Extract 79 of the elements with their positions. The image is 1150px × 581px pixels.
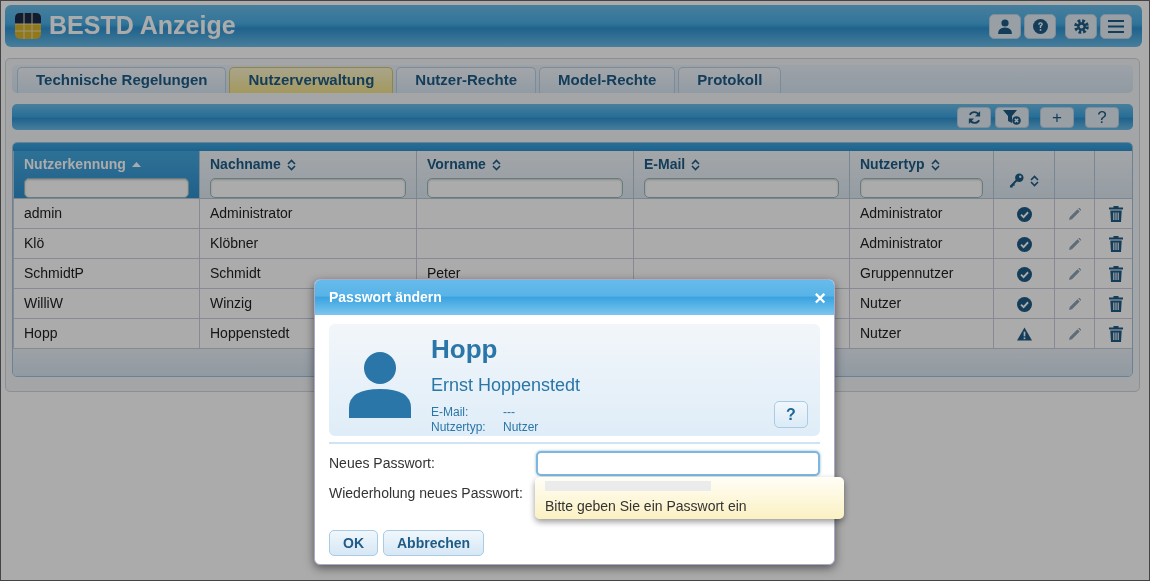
settings-button[interactable] [1065, 13, 1097, 39]
settings-icon [1073, 18, 1089, 34]
sort-icon[interactable] [691, 158, 701, 171]
table-cell: Nutzer [860, 325, 902, 341]
user-icon [998, 18, 1012, 34]
table-cell: Administrator [860, 205, 943, 221]
table-cell: SchmidtP [24, 265, 84, 281]
refresh-button[interactable] [957, 106, 991, 128]
table-cell: Gruppennutzer [860, 265, 954, 281]
table-cell: Administrator [860, 235, 943, 251]
field-label: Neues Passwort: [329, 453, 436, 473]
edit-icon[interactable] [1068, 238, 1081, 251]
tab[interactable]: Technische Regelungen [17, 67, 227, 93]
avatar-icon [349, 352, 411, 418]
detail-value: Nutzer [503, 420, 540, 435]
filter-field[interactable] [24, 178, 189, 198]
key-icon [1009, 173, 1024, 188]
table-cell: Hoppenstedt [210, 325, 290, 341]
table-cell: Nutzer [860, 295, 902, 311]
detail-label: Nutzertyp: [431, 420, 487, 435]
column-header[interactable]: Nutzertyp [860, 154, 925, 175]
close-button[interactable]: × [814, 287, 826, 308]
app-logo [15, 13, 41, 39]
column-header[interactable]: Nachname [210, 154, 281, 175]
table-cell: admin [24, 205, 63, 221]
tab[interactable]: Nutzer-Rechte [396, 67, 536, 93]
sort-icon[interactable] [491, 158, 501, 171]
table-cell: Klöbner [210, 235, 259, 251]
table-cell: Administrator [210, 205, 293, 221]
sort-icon[interactable] [1030, 174, 1039, 187]
edit-icon[interactable] [1068, 268, 1081, 281]
help-button[interactable]: ? [1085, 106, 1119, 128]
help-icon [1032, 18, 1048, 34]
filter-field[interactable] [210, 178, 406, 198]
table-cell: WilliW [24, 295, 63, 311]
table-cell: Hopp [24, 325, 58, 341]
delete-icon[interactable] [1108, 296, 1123, 313]
sort-icon[interactable] [286, 158, 296, 171]
delete-icon[interactable] [1108, 236, 1123, 253]
help-button[interactable] [1024, 13, 1056, 39]
refresh-icon [966, 109, 982, 125]
table-cell: Klö [24, 235, 45, 251]
filter-field[interactable] [860, 178, 983, 198]
table-cell: Winzig [210, 295, 252, 311]
app-title: BESTD Anzeige [49, 10, 236, 42]
user-login: Hopp [431, 333, 499, 366]
clear-filter-icon [1003, 109, 1021, 125]
sort-ascending-icon[interactable] [131, 161, 141, 168]
filter-field[interactable] [427, 178, 623, 198]
user-button[interactable] [989, 13, 1021, 39]
table-cell: Schmidt [210, 265, 261, 281]
edit-icon[interactable] [1068, 298, 1081, 311]
delete-icon[interactable] [1108, 266, 1123, 283]
detail-label: E-Mail: [431, 405, 470, 420]
detail-value: --- [503, 405, 516, 420]
table-cell: Peter [427, 265, 461, 281]
menu-icon [1108, 19, 1124, 33]
delete-icon[interactable] [1108, 206, 1123, 223]
dialog-button[interactable]: OK [329, 530, 378, 556]
tab[interactable]: Model-Rechte [539, 67, 676, 93]
tooltip-text: Bitte geben Sie ein Passwort ein [545, 497, 748, 516]
dialog-title: Passwort ändern [329, 288, 442, 307]
field-label: Wiederholung neues Passwort: [329, 483, 524, 503]
edit-icon[interactable] [1068, 328, 1081, 341]
user-full-name: Ernst Hoppenstedt [431, 374, 581, 397]
column-header[interactable]: E-Mail [644, 154, 686, 175]
add-button[interactable]: + [1040, 106, 1074, 128]
dialog-button[interactable]: Abbrechen [383, 530, 485, 556]
column-header[interactable]: Vorname [427, 154, 486, 175]
filter-field[interactable] [644, 178, 839, 198]
clear-filter-button[interactable] [995, 106, 1029, 128]
tab[interactable]: Nutzerverwaltung [229, 67, 394, 93]
menu-button[interactable] [1100, 13, 1132, 39]
delete-icon[interactable] [1108, 326, 1123, 343]
help-button[interactable]: ? [774, 401, 808, 428]
password-field[interactable] [536, 450, 820, 476]
tab[interactable]: Protokoll [678, 67, 782, 93]
edit-icon[interactable] [1068, 208, 1081, 221]
sort-icon[interactable] [930, 158, 940, 171]
